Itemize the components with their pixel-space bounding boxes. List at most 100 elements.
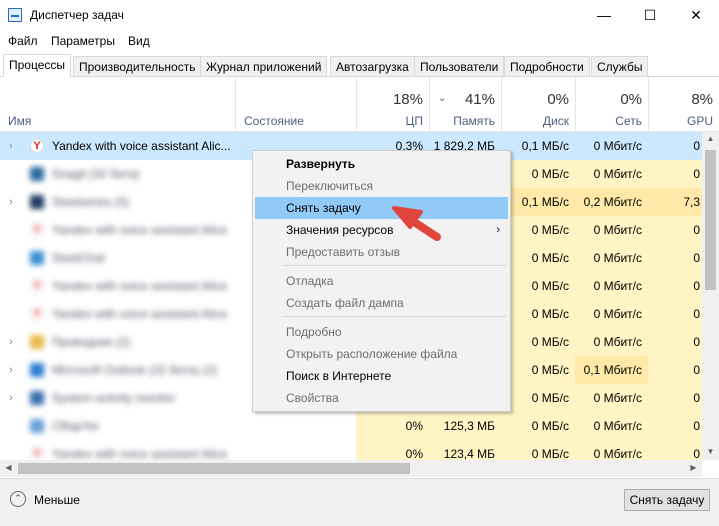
network-value: 0 Мбит/с <box>593 335 642 349</box>
network-value: 0 Мбит/с <box>593 447 642 460</box>
tab-details[interactable]: Подробности <box>504 56 590 76</box>
app-icon <box>30 251 44 265</box>
context-menu-label: Переключиться <box>286 179 373 193</box>
context-menu-label: Свойства <box>286 391 339 405</box>
tab-processes[interactable]: Процессы <box>3 54 72 77</box>
context-menu-label: Снять задачу <box>286 201 361 215</box>
yandex-browser-icon: Y <box>30 223 44 237</box>
menu-create-dump-item[interactable]: Создать файл дампа <box>255 292 508 314</box>
minimize-button[interactable]: — <box>581 0 627 30</box>
tab-users[interactable]: Пользователи <box>414 56 505 76</box>
process-name: Yandex with voice assistant Alice <box>52 223 228 237</box>
gpu-value: 0 <box>693 335 700 349</box>
disk-value: 0 МБ/с <box>531 307 569 321</box>
menu-end-task-item[interactable]: Снять задачу <box>255 197 508 219</box>
tab-performance[interactable]: Производительность <box>73 56 202 76</box>
context-menu-label: Открыть расположение файла <box>286 347 458 361</box>
disk-value: 0 МБ/с <box>531 419 569 433</box>
cpu-value: 0% <box>405 447 423 460</box>
collapse-chevron-icon[interactable]: ⌃ <box>10 491 26 507</box>
process-name: Yandex with voice assistant Alice <box>52 279 228 293</box>
scroll-left-icon[interactable]: ◀ <box>0 463 17 472</box>
menu-go-to-details-item[interactable]: Подробно <box>255 321 508 343</box>
menu-options[interactable]: Параметры <box>51 34 115 48</box>
menu-separator <box>283 316 506 317</box>
network-value: 0 Мбит/с <box>593 419 642 433</box>
expand-chevron-icon[interactable]: › <box>9 384 13 412</box>
menu-properties-item[interactable]: Свойства <box>255 387 508 409</box>
disk-label: Диск <box>542 114 569 128</box>
context-menu-label: Предоставить отзыв <box>286 245 400 259</box>
process-name: CBapYer <box>52 419 100 433</box>
column-gpu-header[interactable]: 8% GPU <box>648 77 719 131</box>
sort-chevron-icon: ⌄ <box>438 93 447 104</box>
disk-value: 0,1 МБ/с <box>521 139 569 153</box>
network-value: 0,2 Мбит/с <box>583 195 642 209</box>
column-network-header[interactable]: 0% Сеть <box>575 77 648 131</box>
menu-file[interactable]: Файл <box>8 34 38 48</box>
end-task-button[interactable]: Снять задачу <box>624 489 710 511</box>
vertical-scrollbar[interactable]: ▲ ▼ <box>702 132 719 460</box>
title-bar: Диспетчер задач — ☐ ✕ <box>0 0 719 30</box>
column-status-header[interactable]: Состояние <box>235 77 356 131</box>
disk-percent: 0% <box>547 91 569 108</box>
menu-debug-item[interactable]: Отладка <box>255 270 508 292</box>
process-name: Проводник (2) <box>52 335 131 349</box>
menu-switch-to-item[interactable]: Переключиться <box>255 175 508 197</box>
gpu-value: 0 <box>693 391 700 405</box>
expand-chevron-icon[interactable]: › <box>9 188 13 216</box>
vertical-scroll-thumb[interactable] <box>705 150 716 290</box>
menu-expand-item[interactable]: Развернуть <box>255 153 508 175</box>
menu-resource-values-item[interactable]: Значения ресурсов › <box>255 219 508 241</box>
app-icon <box>30 195 44 209</box>
menu-search-online-item[interactable]: Поиск в Интернете <box>255 365 508 387</box>
horizontal-scrollbar[interactable]: ◀ ▶ <box>0 460 702 477</box>
network-value: 0 Мбит/с <box>593 223 642 237</box>
scroll-down-icon[interactable]: ▼ <box>702 447 719 456</box>
column-memory-header[interactable]: ⌄ 41% Память <box>429 77 501 131</box>
fewer-details-link[interactable]: Меньше <box>34 493 80 507</box>
horizontal-scroll-thumb[interactable] <box>18 463 410 474</box>
network-label: Сеть <box>615 114 642 128</box>
network-percent: 0% <box>620 91 642 108</box>
gpu-value: 0 <box>693 307 700 321</box>
disk-value: 0 МБ/с <box>531 447 569 460</box>
table-row[interactable]: CBapYer 0% 125,3 МБ 0 МБ/с 0 Мбит/с 0 <box>0 412 702 440</box>
tab-services[interactable]: Службы <box>591 56 649 76</box>
table-row[interactable]: Y Yandex with voice assistant Alice 0% 123,… <box>0 440 702 460</box>
network-value: 0 Мбит/с <box>593 279 642 293</box>
scroll-right-icon[interactable]: ▶ <box>685 463 702 472</box>
close-button[interactable]: ✕ <box>673 0 719 30</box>
yandex-browser-icon: Y <box>30 447 44 460</box>
expand-chevron-icon[interactable]: › <box>9 328 13 356</box>
network-value: 0 Мбит/с <box>593 251 642 265</box>
expand-chevron-icon[interactable]: › <box>9 132 13 160</box>
gpu-value: 0 <box>693 139 700 153</box>
scroll-up-icon[interactable]: ▲ <box>702 134 719 143</box>
menu-open-file-location-item[interactable]: Открыть расположение файла <box>255 343 508 365</box>
column-cpu-header[interactable]: 18% ЦП <box>356 77 429 131</box>
cpu-percent: 18% <box>392 91 423 108</box>
task-manager-icon <box>8 8 22 22</box>
gpu-percent: 8% <box>691 91 713 108</box>
app-icon <box>30 335 44 349</box>
disk-value: 0 МБ/с <box>531 279 569 293</box>
column-name[interactable]: Имя <box>8 114 31 128</box>
disk-value: 0 МБ/с <box>531 223 569 237</box>
context-menu-label: Поиск в Интернете <box>286 369 392 383</box>
network-value: 0 Мбит/с <box>593 167 642 181</box>
disk-value: 0 МБ/с <box>531 335 569 349</box>
disk-value: 0 МБ/с <box>531 167 569 181</box>
app-icon <box>30 167 44 181</box>
network-value: 0 Мбит/с <box>593 307 642 321</box>
column-disk-header[interactable]: 0% Диск <box>501 77 575 131</box>
maximize-button[interactable]: ☐ <box>627 0 673 30</box>
tab-app-history[interactable]: Журнал приложений <box>200 56 328 76</box>
gpu-value: 0 <box>693 167 700 181</box>
menu-view[interactable]: Вид <box>128 34 150 48</box>
tab-startup[interactable]: Автозагрузка <box>330 56 415 76</box>
column-header: Имя Состояние 18% ЦП ⌄ 41% Память 0% Дис… <box>0 77 719 132</box>
menu-provide-feedback-item[interactable]: Предоставить отзыв <box>255 241 508 263</box>
expand-chevron-icon[interactable]: › <box>9 356 13 384</box>
memory-value: 123,4 МБ <box>443 447 495 460</box>
